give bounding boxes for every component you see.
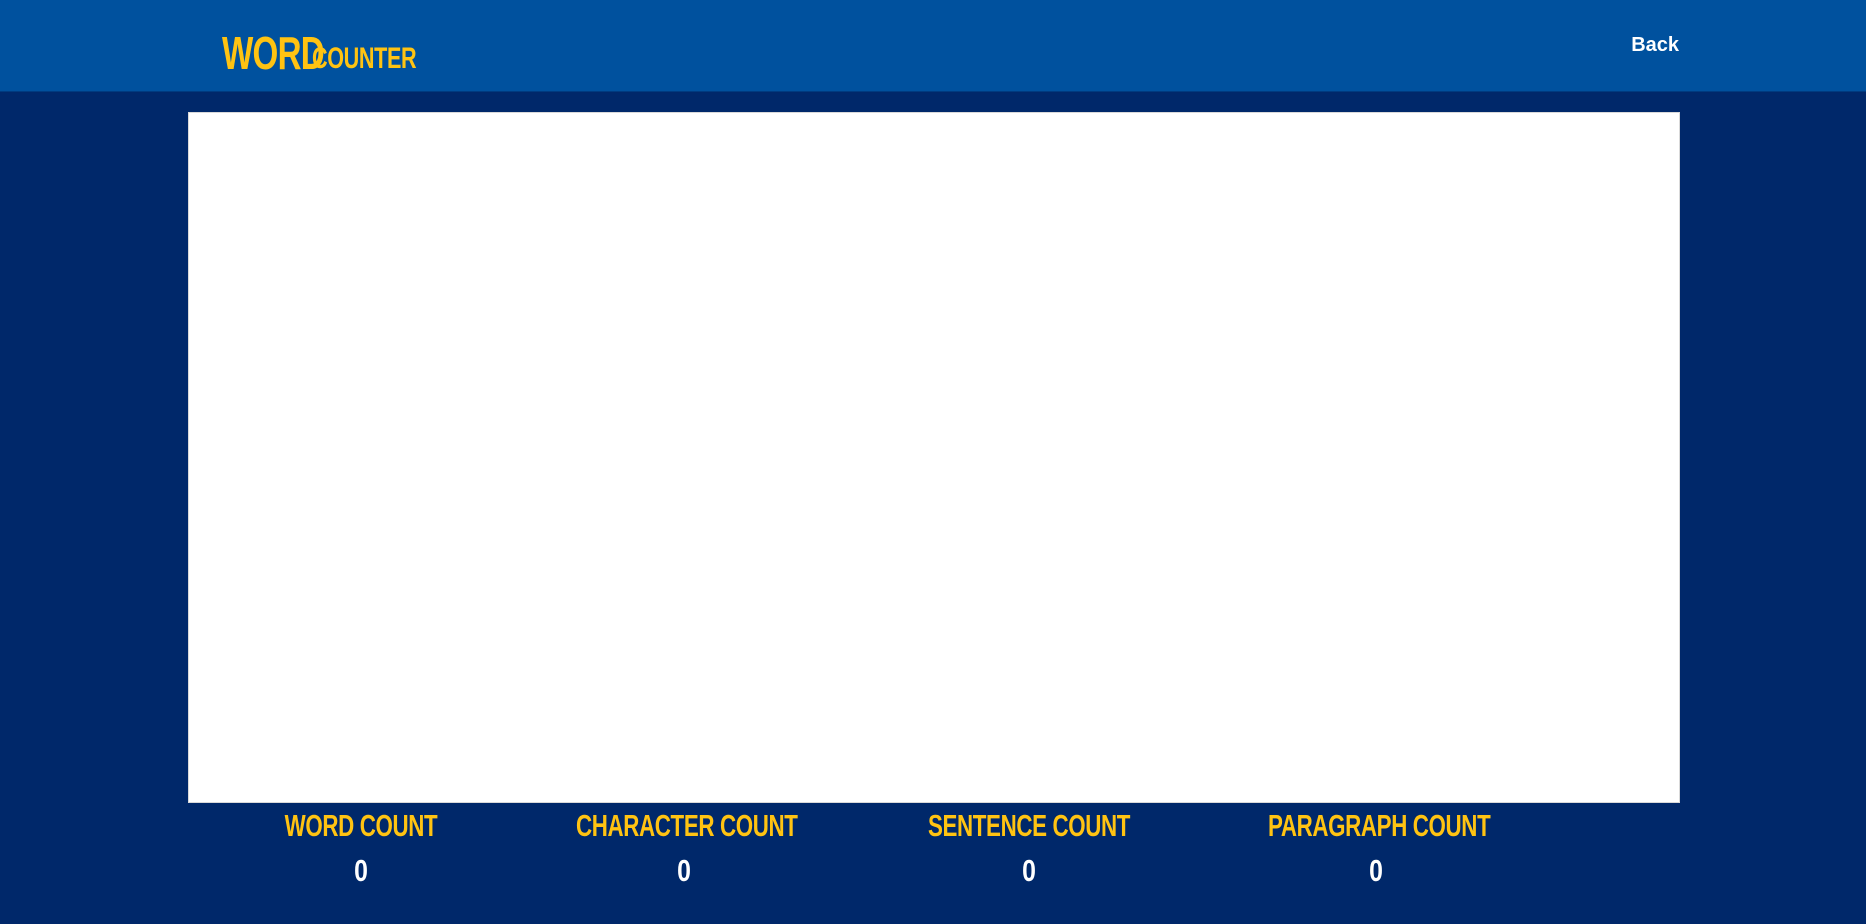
character-count-value: 0	[677, 853, 691, 888]
paragraph-count-label: PARAGRAPH COUNT	[1268, 808, 1491, 843]
word-count-value: 0	[354, 853, 368, 888]
stat-character-count: CHARACTER COUNT 0	[534, 805, 834, 891]
back-link[interactable]: Back	[1631, 34, 1679, 57]
character-count-label: CHARACTER COUNT	[576, 808, 798, 843]
sentence-count-value: 0	[1022, 853, 1036, 888]
stat-sentence-count: SENTENCE COUNT 0	[879, 805, 1179, 891]
logo-counter: COUNTER	[312, 42, 417, 75]
text-input-area[interactable]	[188, 112, 1680, 803]
stat-paragraph-count: PARAGRAPH COUNT 0	[1226, 805, 1526, 891]
logo-word: WORD	[222, 27, 325, 79]
word-count-label: WORD COUNT	[284, 808, 438, 843]
top-header: WORD COUNTER Back	[0, 0, 1866, 92]
sentence-count-label: SENTENCE COUNT	[927, 808, 1131, 843]
paragraph-count-value: 0	[1369, 853, 1383, 888]
stat-word-count: WORD COUNT 0	[211, 805, 511, 891]
app-logo[interactable]: WORD COUNTER	[222, 27, 417, 80]
stats-bar: WORD COUNT 0 CHARACTER COUNT 0 SENTENCE …	[188, 805, 1680, 915]
